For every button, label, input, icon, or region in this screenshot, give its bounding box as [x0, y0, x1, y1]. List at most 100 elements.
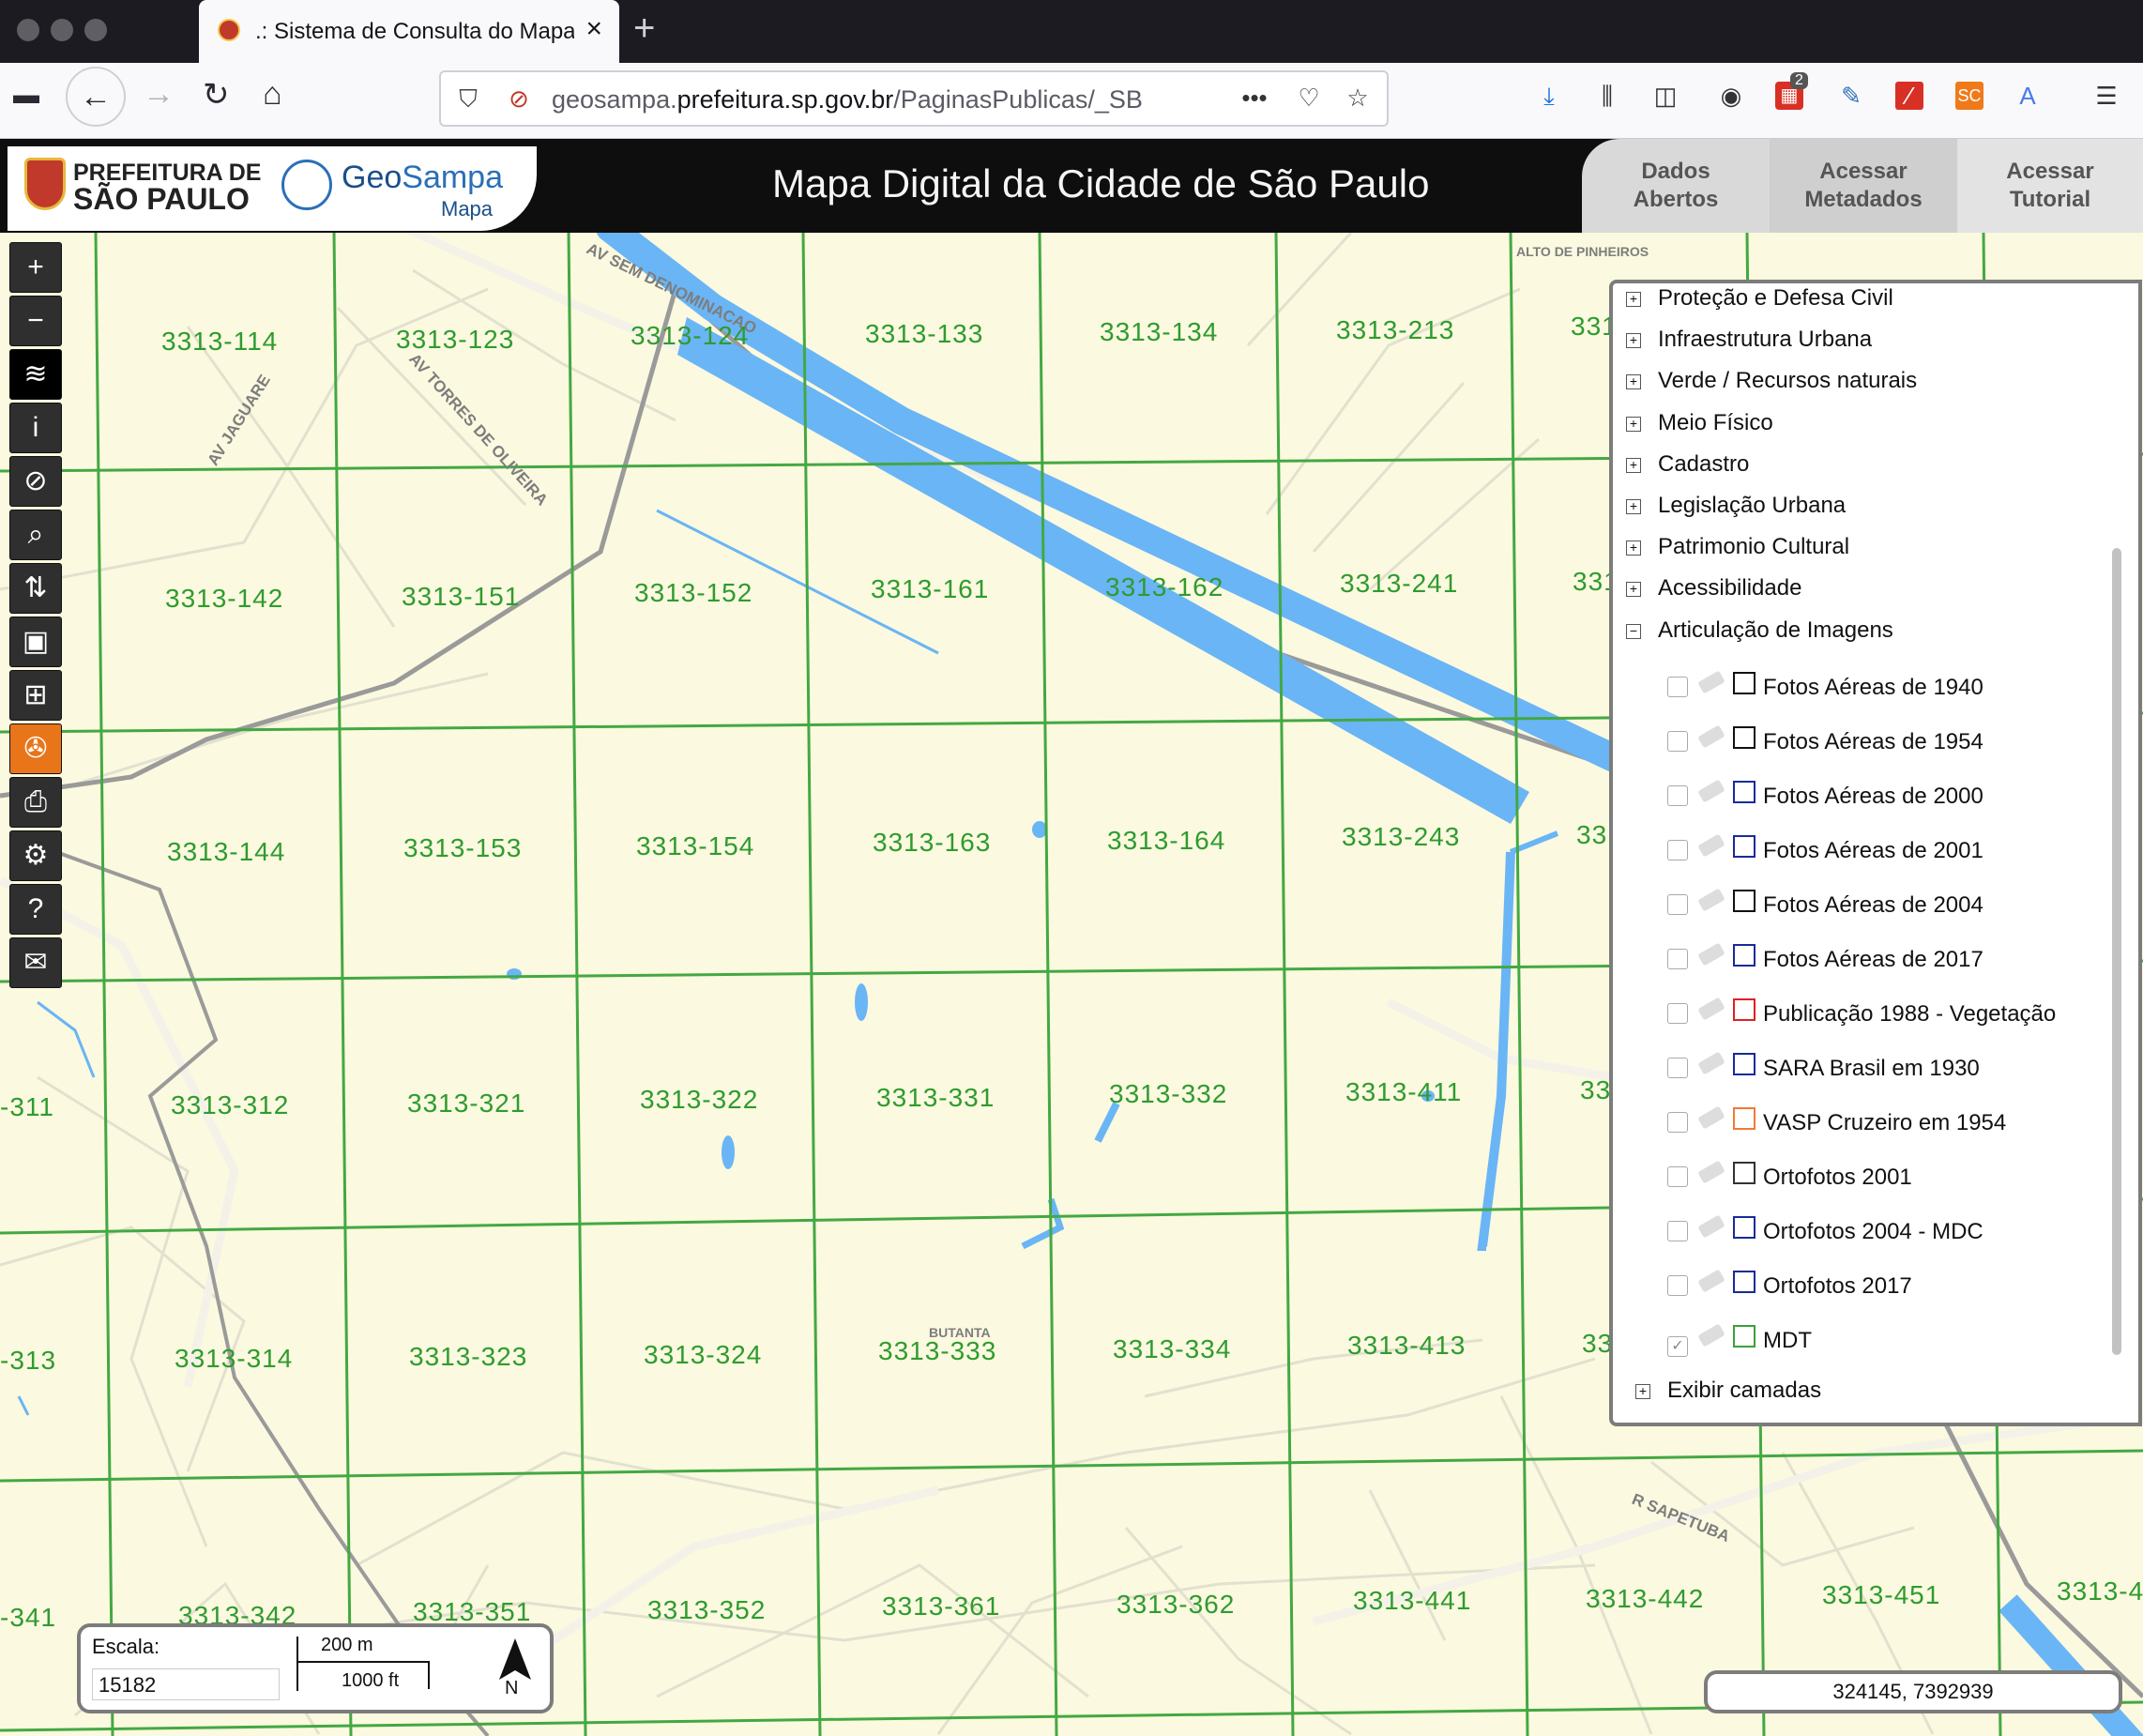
acessar-tutorial-button[interactable]: Acessar Tutorial	[1957, 139, 2143, 233]
tag-icon[interactable]	[1697, 1160, 1725, 1184]
layer-checkbox[interactable]	[1667, 1112, 1688, 1133]
window-zoom-dot[interactable]	[84, 19, 107, 41]
layer-checkbox[interactable]	[1667, 1221, 1688, 1241]
help-icon[interactable]: ?	[9, 884, 62, 935]
layer-item[interactable]: VASP Cruzeiro em 1954	[1667, 1105, 2006, 1136]
layer-checkbox[interactable]	[1667, 1058, 1688, 1078]
layer-group[interactable]: + Proteção e Defesa Civil	[1626, 285, 1893, 312]
tag-icon[interactable]	[1697, 997, 1725, 1021]
layer-group[interactable]: + Legislação Urbana	[1626, 493, 1846, 519]
route-icon[interactable]: ⇅	[9, 563, 62, 614]
url-text[interactable]: geosampa.prefeitura.sp.gov.br/PaginasPub…	[552, 85, 1171, 114]
escala-input[interactable]: 15182	[92, 1668, 280, 1700]
layer-group[interactable]: + Acessibilidade	[1626, 575, 1801, 602]
insecure-lock-icon[interactable]: ⊘	[505, 84, 533, 113]
account-icon[interactable]: ◉	[1717, 82, 1745, 110]
mail-icon[interactable]: ✉	[9, 937, 62, 988]
expand-toggle-icon[interactable]: +	[1626, 374, 1641, 390]
tag-icon[interactable]	[1697, 1323, 1725, 1348]
zoom-out-button[interactable]: −	[9, 296, 62, 346]
tag-icon[interactable]	[1697, 779, 1725, 803]
layer-checkbox[interactable]	[1667, 677, 1688, 697]
back-button[interactable]: ←	[66, 67, 126, 127]
layer-item[interactable]: Ortofotos 2004 - MDC	[1667, 1214, 1983, 1245]
layer-group[interactable]: + Meio Físico	[1626, 410, 1773, 436]
layer-group[interactable]: + Cadastro	[1626, 451, 1749, 478]
zoom-in-button[interactable]: +	[9, 242, 62, 293]
extension-red-icon[interactable]: ⁄	[1895, 82, 1923, 110]
layer-item[interactable]: SARA Brasil em 1930	[1667, 1051, 1980, 1082]
layer-checkbox[interactable]: ✓	[1667, 1336, 1688, 1357]
translate-icon[interactable]: A	[2014, 82, 2042, 110]
sidebar-toggle-icon[interactable]: ▬	[13, 80, 39, 110]
layer-item[interactable]: Fotos Aéreas de 2000	[1667, 779, 1983, 810]
expand-toggle-icon[interactable]: +	[1626, 416, 1641, 432]
layer-item[interactable]: Ortofotos 2017	[1667, 1269, 1912, 1300]
new-tab-button[interactable]: +	[633, 8, 655, 50]
layers-scrollbar[interactable]	[2112, 548, 2121, 1355]
layer-checkbox[interactable]	[1667, 840, 1688, 860]
layer-checkbox[interactable]	[1667, 894, 1688, 915]
tag-icon[interactable]	[1697, 1269, 1725, 1293]
layer-checkbox[interactable]	[1667, 731, 1688, 752]
bookmark-star-icon[interactable]: ☆	[1344, 84, 1372, 112]
page-actions-icon[interactable]: •••	[1240, 84, 1269, 112]
extension-pen-icon[interactable]: ✎	[1837, 82, 1865, 110]
shield-icon[interactable]: ⛉	[454, 84, 482, 113]
film-icon[interactable]: ✇	[9, 723, 62, 774]
tag-icon[interactable]	[1697, 724, 1725, 749]
library-icon[interactable]: ⫼	[1593, 82, 1621, 110]
layer-group[interactable]: − Articulação de Imagens	[1626, 617, 1893, 644]
expand-toggle-icon[interactable]: +	[1626, 541, 1641, 556]
layer-checkbox[interactable]	[1667, 1003, 1688, 1024]
layer-item[interactable]: Fotos Aéreas de 2004	[1667, 888, 1983, 919]
layer-item[interactable]: Fotos Aéreas de 1940	[1667, 670, 1983, 701]
home-button[interactable]: ⌂	[263, 76, 282, 113]
tag-icon[interactable]	[1697, 1051, 1725, 1075]
info-icon[interactable]: i	[9, 403, 62, 453]
acessar-metadados-button[interactable]: Acessar Metadados	[1770, 139, 1957, 233]
expand-toggle-icon[interactable]: −	[1626, 623, 1641, 639]
layer-group[interactable]: + Infraestrutura Urbana	[1626, 327, 1872, 353]
layers-icon[interactable]: ≋	[9, 349, 62, 400]
extension-sc-icon[interactable]: SC	[1955, 82, 1983, 110]
pocket-icon[interactable]: ♡	[1295, 84, 1323, 112]
layer-item[interactable]: Fotos Aéreas de 2001	[1667, 833, 1983, 864]
downloads-icon[interactable]: ⤓	[1535, 82, 1563, 110]
search-icon[interactable]: ⌕	[9, 510, 62, 560]
browser-tab[interactable]: .: Sistema de Consulta do Mapa ×	[199, 0, 619, 63]
tab-close-icon[interactable]: ×	[585, 13, 602, 45]
no-edit-icon[interactable]: ⊘	[9, 456, 62, 507]
tag-icon[interactable]	[1697, 1105, 1725, 1130]
layer-item[interactable]: Publicação 1988 - Vegetação	[1667, 997, 2056, 1028]
dados-abertos-button[interactable]: Dados Abertos	[1582, 139, 1770, 233]
exibir-camadas-toggle[interactable]: + Exibir camadas	[1635, 1378, 1821, 1404]
layer-group[interactable]: + Verde / Recursos naturais	[1626, 368, 1917, 394]
window-close-dot[interactable]	[17, 19, 39, 41]
url-bar[interactable]: ⛉ ⊘ geosampa.prefeitura.sp.gov.br/Pagina…	[439, 70, 1389, 127]
tag-icon[interactable]	[1697, 833, 1725, 858]
tag-icon[interactable]	[1697, 670, 1725, 694]
layer-group[interactable]: + Patrimonio Cultural	[1626, 534, 1849, 560]
print-icon[interactable]: ⎙	[9, 777, 62, 828]
settings-icon[interactable]: ⚙	[9, 830, 62, 881]
menu-hamburger-icon[interactable]: ☰	[2092, 82, 2120, 110]
expand-toggle-icon[interactable]: +	[1626, 457, 1641, 473]
window-minimize-dot[interactable]	[51, 19, 73, 41]
layer-checkbox[interactable]	[1667, 785, 1688, 806]
layer-item[interactable]: Fotos Aéreas de 2017	[1667, 942, 1983, 973]
tag-icon[interactable]	[1697, 942, 1725, 967]
layer-item[interactable]: Ortofotos 2001	[1667, 1160, 1912, 1191]
layer-checkbox[interactable]	[1667, 949, 1688, 969]
layer-item[interactable]: Fotos Aéreas de 1954	[1667, 724, 1983, 755]
expand-toggle-icon[interactable]: +	[1626, 333, 1641, 349]
measure-icon[interactable]: ⊞	[9, 670, 62, 721]
forward-button[interactable]: →	[143, 76, 175, 113]
expand-toggle-icon[interactable]: +	[1626, 582, 1641, 598]
expand-toggle-icon[interactable]: +	[1626, 292, 1641, 307]
layer-checkbox[interactable]	[1667, 1275, 1688, 1296]
expand-toggle-icon[interactable]: +	[1626, 499, 1641, 514]
layer-item[interactable]: ✓ MDT	[1667, 1323, 1812, 1357]
layer-checkbox[interactable]	[1667, 1166, 1688, 1187]
tag-icon[interactable]	[1697, 888, 1725, 912]
